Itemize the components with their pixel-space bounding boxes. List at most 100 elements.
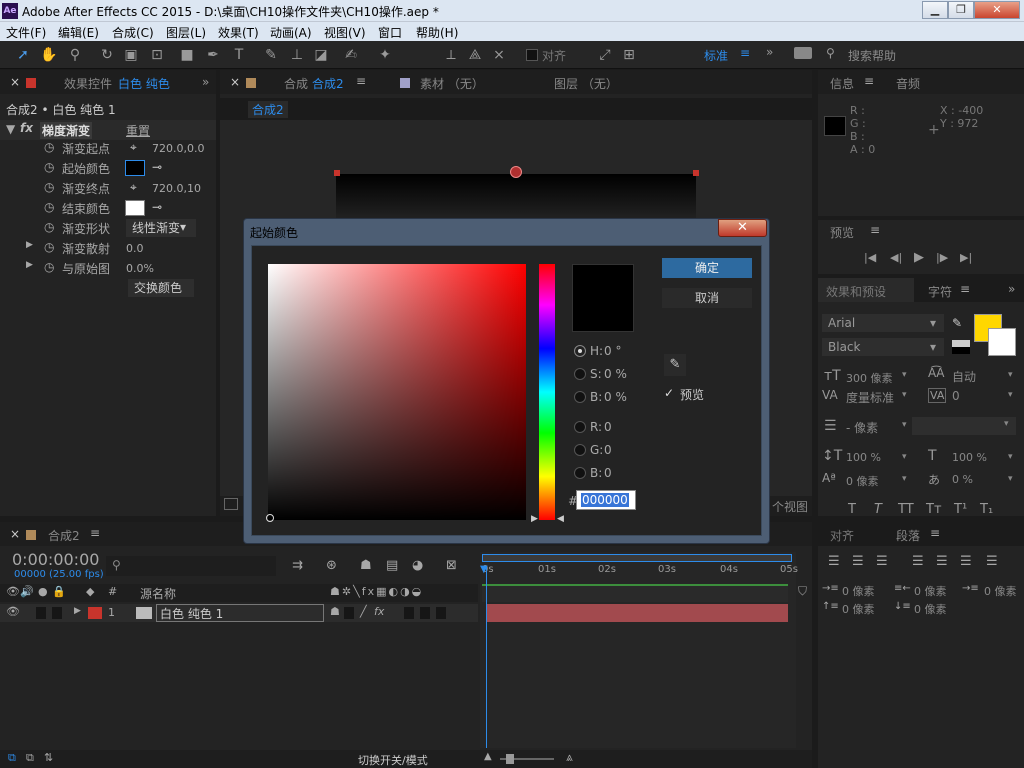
subscript-icon[interactable]: T₁ bbox=[980, 502, 993, 517]
saturation-brightness-field[interactable] bbox=[268, 264, 526, 520]
footage-tab[interactable]: 素材 （无） bbox=[420, 75, 484, 92]
info-tab[interactable]: 信息 bbox=[830, 75, 854, 92]
red-value[interactable]: 0 bbox=[604, 420, 612, 434]
workspace-menu-icon[interactable]: ≡ bbox=[740, 46, 750, 60]
panel-menu-icon[interactable]: ≡ bbox=[90, 526, 100, 540]
indent-left-value[interactable]: 0 像素 bbox=[842, 583, 875, 599]
draft-3d-icon[interactable]: ⊛ bbox=[326, 558, 337, 573]
expand-transfer-icon[interactable]: ⧉ bbox=[26, 751, 34, 765]
panel-more-icon[interactable]: » bbox=[202, 75, 209, 89]
layer-twirl-icon[interactable]: ▶ bbox=[74, 606, 81, 616]
prop-scatter-value[interactable]: 0.0 bbox=[126, 242, 144, 255]
hue-slider-left-arrow-icon[interactable]: ▶ bbox=[531, 514, 538, 524]
eye-icon[interactable]: 👁 bbox=[6, 585, 20, 598]
reset-link[interactable]: 重置 bbox=[126, 122, 150, 139]
graph-editor-icon[interactable]: ⊠ bbox=[446, 558, 457, 573]
baseline-shift-value[interactable]: 0 像素 bbox=[846, 473, 879, 489]
minimize-button[interactable]: ▁ bbox=[922, 1, 948, 19]
menu-window[interactable]: 窗口 bbox=[378, 24, 402, 41]
menu-layer[interactable]: 图层(L) bbox=[166, 24, 206, 41]
justify-right-icon[interactable]: ☰ bbox=[960, 554, 972, 569]
toggle-switches-modes[interactable]: 切换开关/模式 bbox=[358, 752, 428, 768]
font-size-value[interactable]: 300 像素 bbox=[846, 370, 893, 386]
layer-shy-icon[interactable]: ☗ bbox=[330, 605, 340, 618]
layer-fx-icon[interactable]: fx bbox=[374, 605, 384, 618]
gradient-start-point-handle[interactable] bbox=[510, 166, 522, 178]
close-tab-icon[interactable]: × bbox=[230, 75, 240, 89]
dialog-close-button[interactable]: ✕ bbox=[718, 219, 767, 237]
eraser-tool-icon[interactable]: ◪ bbox=[312, 46, 330, 64]
solo-icon[interactable]: ● bbox=[38, 585, 48, 598]
align-left-icon[interactable]: ☰ bbox=[828, 554, 840, 569]
views-label[interactable]: 个视图 bbox=[772, 498, 808, 515]
align-right-icon[interactable]: ☰ bbox=[876, 554, 888, 569]
expand-arrow-icon[interactable]: ▶ bbox=[26, 260, 33, 270]
timeline-tab[interactable]: 合成2 bbox=[48, 527, 80, 544]
align-checkbox[interactable] bbox=[526, 49, 538, 61]
hue-slider[interactable] bbox=[539, 264, 555, 520]
zoom-out-icon[interactable]: ▲ bbox=[484, 751, 492, 762]
panel-menu-icon[interactable]: ≡ bbox=[356, 74, 366, 88]
layer-tab[interactable]: 图层 （无） bbox=[554, 75, 618, 92]
type-tool-icon[interactable]: T bbox=[230, 46, 248, 64]
crosshair-icon[interactable]: ⌖ bbox=[130, 180, 137, 195]
playhead-icon[interactable]: ▼ bbox=[480, 564, 488, 575]
effects-presets-tab[interactable]: 效果和预设 bbox=[826, 283, 886, 300]
layer-quality-icon[interactable]: ╱ bbox=[360, 605, 367, 618]
stroke-type-dropdown[interactable] bbox=[912, 417, 1016, 435]
close-window-button[interactable]: ✕ bbox=[974, 1, 1020, 19]
snap-grid-icon[interactable]: ⊞ bbox=[620, 46, 638, 64]
brightness-radio[interactable] bbox=[574, 391, 586, 403]
stopwatch-icon[interactable]: ◷ bbox=[44, 200, 54, 214]
crosshair-icon[interactable]: ⌖ bbox=[130, 140, 137, 155]
selection-tool-icon[interactable]: ➚ bbox=[14, 46, 32, 64]
close-tab-icon[interactable]: × bbox=[10, 75, 20, 89]
fx-icon[interactable]: fx bbox=[20, 121, 33, 135]
vertical-scale-value[interactable]: 100 % bbox=[846, 451, 881, 464]
menu-effect[interactable]: 效果(T) bbox=[218, 24, 259, 41]
layer-name[interactable]: 白色 纯色 1 bbox=[156, 604, 324, 622]
saturation-value[interactable]: 0 % bbox=[604, 367, 627, 381]
comp-tab-prefix[interactable]: 合成 bbox=[284, 75, 308, 92]
audio-icon[interactable]: 🔊 bbox=[20, 585, 34, 598]
shy-layers-icon[interactable]: ☗ bbox=[360, 558, 372, 573]
brush-tool-icon[interactable]: ✎ bbox=[262, 46, 280, 64]
small-caps-icon[interactable]: Tᴛ bbox=[926, 502, 942, 517]
hue-slider-right-arrow-icon[interactable]: ◀ bbox=[557, 514, 564, 524]
green-radio[interactable] bbox=[574, 444, 586, 456]
stroke-width-value[interactable]: - 像素 bbox=[846, 419, 878, 436]
space-after-value[interactable]: 0 像素 bbox=[914, 601, 947, 617]
start-color-swatch[interactable] bbox=[125, 160, 145, 176]
red-radio[interactable] bbox=[574, 421, 586, 433]
cancel-button[interactable]: 取消 bbox=[662, 288, 752, 308]
preview-checkbox[interactable]: ✓ bbox=[664, 386, 674, 400]
zoom-in-icon[interactable]: ⩓ bbox=[566, 750, 573, 765]
stopwatch-icon[interactable]: ◷ bbox=[44, 240, 54, 254]
snapshot-icon[interactable] bbox=[224, 498, 238, 510]
align-tab[interactable]: 对齐 bbox=[830, 527, 854, 544]
expand-layer-switches-icon[interactable]: ⧉ bbox=[8, 751, 16, 765]
eyedropper-icon[interactable]: ⊸ bbox=[152, 200, 162, 214]
justify-left-icon[interactable]: ☰ bbox=[912, 554, 924, 569]
tracking-value[interactable]: 0 bbox=[952, 389, 960, 403]
layer-switch[interactable] bbox=[404, 607, 414, 619]
prop-start-point-value[interactable]: 720.0,0.0 bbox=[152, 142, 204, 155]
align-center-icon[interactable]: ☰ bbox=[852, 554, 864, 569]
effect-controls-layer[interactable]: 白色 纯色 bbox=[118, 75, 170, 92]
layer-handle[interactable] bbox=[693, 170, 699, 176]
col-source-name[interactable]: 源名称 bbox=[140, 585, 176, 602]
current-time-indicator[interactable] bbox=[486, 566, 487, 748]
indent-right-value[interactable]: 0 像素 bbox=[914, 583, 947, 599]
menu-view[interactable]: 视图(V) bbox=[324, 24, 366, 41]
panel-menu-icon[interactable]: ≡ bbox=[864, 74, 874, 88]
frame-blending-icon[interactable]: ▤ bbox=[386, 558, 398, 573]
stroke-color-swatch[interactable] bbox=[988, 328, 1016, 356]
current-timecode[interactable]: 0:00:00:00 bbox=[12, 550, 99, 569]
prop-blend-value[interactable]: 0.0% bbox=[126, 262, 154, 275]
lock-icon[interactable]: 🔒 bbox=[52, 585, 66, 598]
play-icon[interactable]: ▶ bbox=[914, 250, 924, 265]
green-value[interactable]: 0 bbox=[604, 443, 612, 457]
first-frame-icon[interactable]: |◀ bbox=[864, 251, 876, 264]
puppet-pin-tool-icon[interactable]: ✦ bbox=[376, 46, 394, 64]
panel-menu-icon[interactable]: ≡ bbox=[960, 282, 970, 296]
